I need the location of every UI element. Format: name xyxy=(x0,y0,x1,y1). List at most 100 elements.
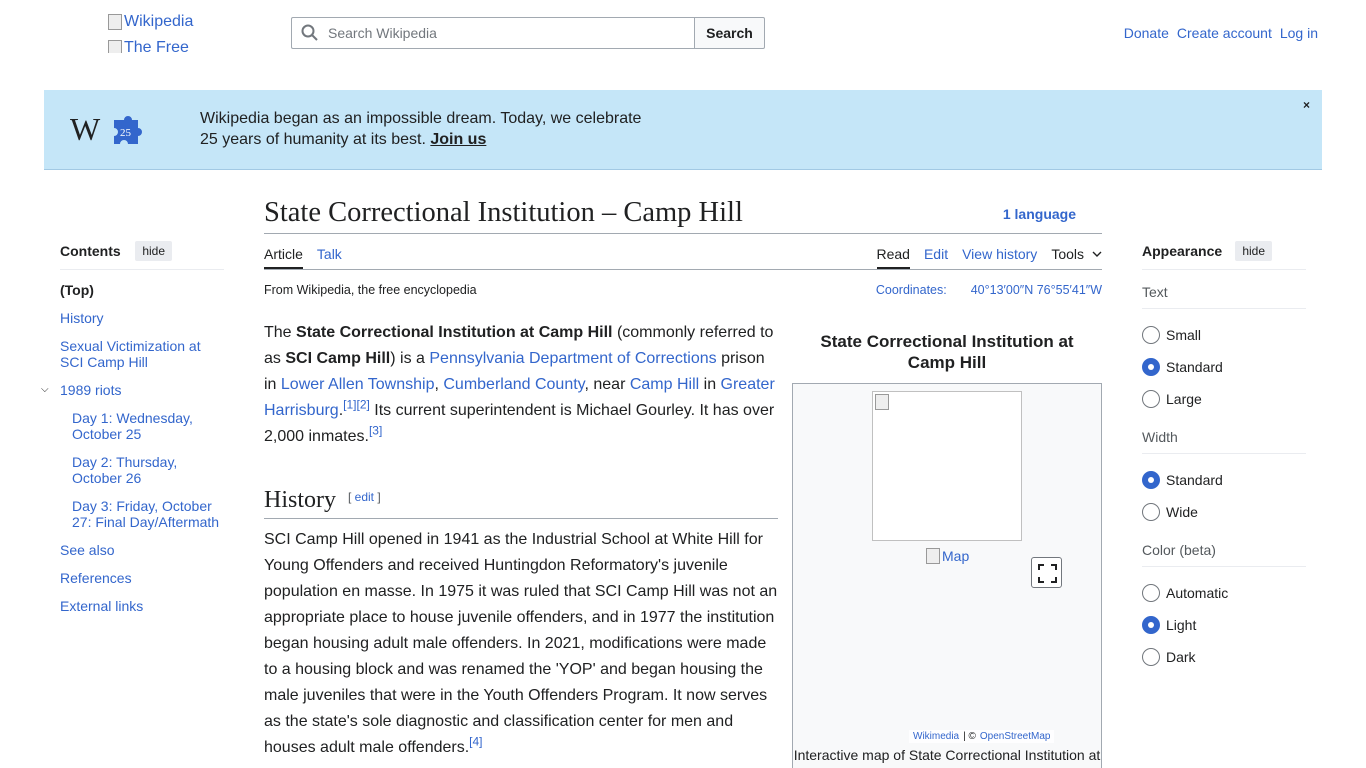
text-size-large[interactable]: Large xyxy=(1142,383,1306,415)
radio-button[interactable] xyxy=(1142,326,1160,344)
radio-button-selected[interactable] xyxy=(1142,471,1160,489)
radio-button[interactable] xyxy=(1142,503,1160,521)
edit-section-link[interactable]: edit xyxy=(355,490,374,504)
radio-button[interactable] xyxy=(1142,390,1160,408)
tab-article[interactable]: Article xyxy=(264,246,303,269)
radio-button-selected[interactable] xyxy=(1142,358,1160,376)
logo-tagline-alt-text: The Free xyxy=(124,39,189,53)
coordinates[interactable]: Coordinates: 40°13′00″N 76°55′41″W xyxy=(876,283,1102,297)
toc-item-day-2[interactable]: Day 2: Thursday, October 26 xyxy=(72,454,224,486)
article-body: The State Correctional Institution at Ca… xyxy=(264,320,778,761)
search-button[interactable]: Search xyxy=(694,17,765,49)
tab-view-history[interactable]: View history xyxy=(962,246,1037,269)
tools-menu[interactable]: Tools xyxy=(1051,246,1102,269)
ref-1[interactable]: [1] xyxy=(343,398,356,412)
width-label: Width xyxy=(1142,429,1306,454)
broken-image-icon xyxy=(108,40,122,53)
map-alt-text: Map xyxy=(942,548,970,564)
map-image[interactable]: Map xyxy=(926,548,969,564)
section-edit: [ edit ] xyxy=(348,490,381,504)
link-lower-allen[interactable]: Lower Allen Township xyxy=(281,376,435,393)
text-size-standard[interactable]: Standard xyxy=(1142,351,1306,383)
intro-paragraph: The State Correctional Institution at Ca… xyxy=(264,324,775,445)
link-camp-hill[interactable]: Camp Hill xyxy=(630,376,699,393)
link-cumberland[interactable]: Cumberland County xyxy=(443,376,584,393)
banner-line-1: Wikipedia began as an impossible dream. … xyxy=(200,110,642,127)
toc-item-history[interactable]: History xyxy=(60,310,224,326)
language-button[interactable]: 1 language xyxy=(1003,206,1076,222)
search-field[interactable] xyxy=(291,17,694,49)
search-icon xyxy=(301,24,318,41)
toc-item-references[interactable]: References xyxy=(60,570,224,586)
search-form: Search xyxy=(291,17,765,49)
appearance-hide-button[interactable]: hide xyxy=(1235,241,1272,261)
toc-item-1989-riots[interactable]: ⌵ 1989 riots xyxy=(41,382,224,398)
donate-link[interactable]: Donate xyxy=(1124,25,1169,41)
toc-title: Contents xyxy=(60,243,121,259)
link-pa-doc[interactable]: Pennsylvania Department of Corrections xyxy=(429,350,716,367)
color-light[interactable]: Light xyxy=(1142,609,1306,641)
wikipedia-25-logo-icon: W 25 xyxy=(70,112,142,147)
coordinates-value[interactable]: 40°13′00″N 76°55′41″W xyxy=(971,283,1102,297)
color-label: Color (beta) xyxy=(1142,542,1306,567)
infobox: State Correctional Institution at Camp H… xyxy=(792,325,1102,768)
radio-button[interactable] xyxy=(1142,648,1160,666)
search-input[interactable] xyxy=(328,25,688,41)
fullscreen-icon xyxy=(1038,564,1057,583)
appearance-title: Appearance xyxy=(1142,243,1223,259)
broken-image-icon xyxy=(108,14,122,30)
infobox-map[interactable]: Map Wikimedia | © OpenStreetMap Interactiv… xyxy=(792,383,1102,768)
close-icon[interactable]: × xyxy=(1303,98,1310,112)
wikimedia-link[interactable]: Wikimedia xyxy=(913,731,959,742)
toc-item-top[interactable]: (Top) xyxy=(60,282,224,298)
width-wide[interactable]: Wide xyxy=(1142,496,1306,528)
anniversary-banner: W 25 Wikipedia began as an impossible dr… xyxy=(44,90,1322,170)
color-dark[interactable]: Dark xyxy=(1142,641,1306,673)
fullscreen-button[interactable] xyxy=(1031,557,1062,588)
appearance-panel: Appearance hide Text Small Standard Larg… xyxy=(1142,241,1306,673)
tab-talk[interactable]: Talk xyxy=(317,246,342,269)
tab-read[interactable]: Read xyxy=(876,246,910,269)
svg-text:W: W xyxy=(70,112,101,147)
page-tabs: Article Talk Read Edit View history Tool… xyxy=(264,234,1102,270)
toc-item-day-3[interactable]: Day 3: Friday, October 27: Final Day/Aft… xyxy=(72,498,224,530)
create-account-link[interactable]: Create account xyxy=(1177,25,1272,41)
table-of-contents: Contents hide (Top) History Sexual Victi… xyxy=(41,241,224,626)
ref-2[interactable]: [2] xyxy=(356,398,369,412)
history-heading: History xyxy=(264,487,336,513)
map-attribution: Wikimedia | © OpenStreetMap xyxy=(909,730,1055,743)
color-automatic[interactable]: Automatic xyxy=(1142,577,1306,609)
log-in-link[interactable]: Log in xyxy=(1280,25,1318,41)
toc-hide-button[interactable]: hide xyxy=(135,241,172,261)
logo-alt-text: Wikipedia xyxy=(124,13,194,30)
banner-badge: 25 xyxy=(120,127,132,139)
tools-label: Tools xyxy=(1051,246,1084,262)
broken-image xyxy=(872,391,1022,541)
ref-4[interactable]: [4] xyxy=(469,735,482,749)
text-size-small[interactable]: Small xyxy=(1142,319,1306,351)
banner-message: Wikipedia began as an impossible dream. … xyxy=(200,108,641,150)
toc-item-sexual-victimization[interactable]: Sexual Victimization at SCI Camp Hill xyxy=(60,338,224,370)
toc-item-see-also[interactable]: See also xyxy=(60,542,224,558)
site-header: Wikipedia The Free Search Donate Create … xyxy=(0,0,1366,66)
ref-3[interactable]: [3] xyxy=(369,424,382,438)
page-title: State Correctional Institution – Camp Hi… xyxy=(264,197,743,228)
radio-button[interactable] xyxy=(1142,584,1160,602)
toc-item-external-links[interactable]: External links xyxy=(60,598,224,614)
banner-line-2: 25 years of humanity at its best. xyxy=(200,131,426,148)
join-us-link[interactable]: Join us xyxy=(430,131,486,148)
broken-image-icon xyxy=(926,548,940,564)
radio-button-selected[interactable] xyxy=(1142,616,1160,634)
toc-item-label: 1989 riots xyxy=(60,382,122,398)
text-size-label: Text xyxy=(1142,284,1306,309)
wikipedia-logo[interactable]: Wikipedia The Free xyxy=(108,13,228,53)
tab-edit[interactable]: Edit xyxy=(924,246,948,269)
width-standard[interactable]: Standard xyxy=(1142,464,1306,496)
tagline: From Wikipedia, the free encyclopedia xyxy=(264,283,477,297)
article-header: State Correctional Institution – Camp Hi… xyxy=(264,196,1102,297)
toc-item-day-1[interactable]: Day 1: Wednesday, October 25 xyxy=(72,410,224,442)
broken-image-icon xyxy=(875,394,889,410)
chevron-down-icon[interactable]: ⌵ xyxy=(41,382,49,398)
coordinates-label: Coordinates: xyxy=(875,283,947,297)
openstreetmap-link[interactable]: OpenStreetMap xyxy=(980,731,1051,742)
